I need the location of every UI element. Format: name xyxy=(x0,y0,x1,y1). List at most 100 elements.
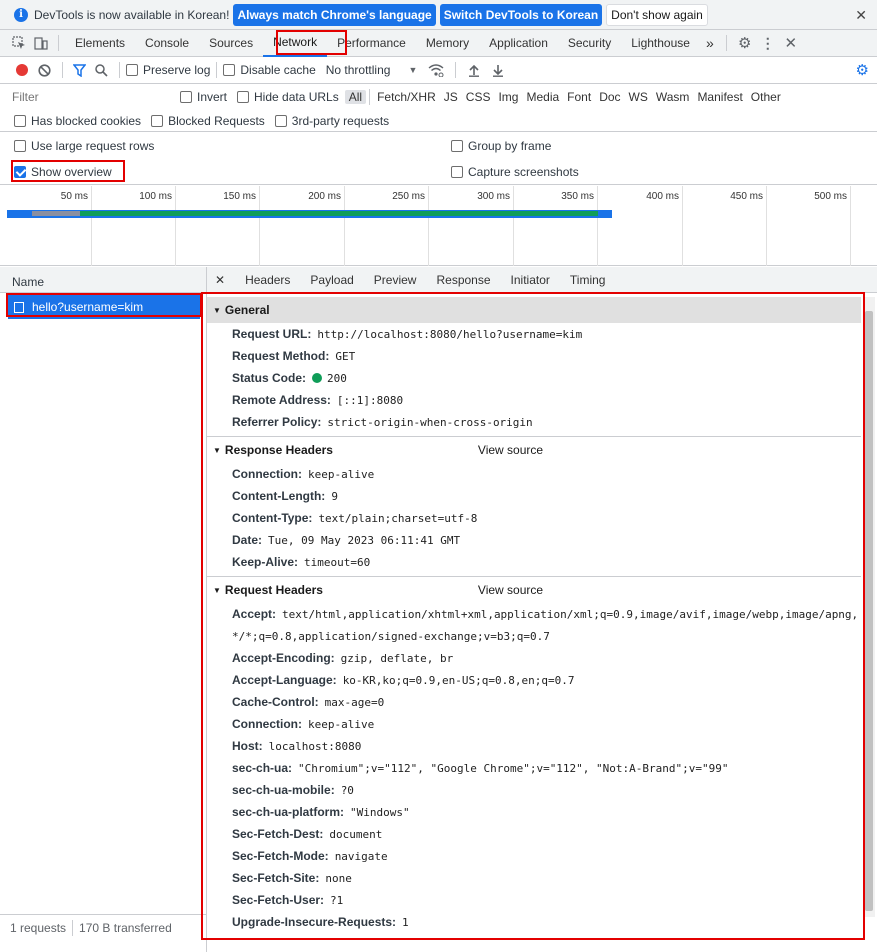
hide-data-urls-label: Hide data URLs xyxy=(254,90,339,104)
inspect-element-icon[interactable] xyxy=(8,36,30,50)
tab-application[interactable]: Application xyxy=(479,30,558,57)
network-toolbar: Preserve log Disable cache No throttling… xyxy=(0,57,877,84)
always-match-language-button[interactable]: Always match Chrome's language xyxy=(233,3,436,26)
preserve-log-checkbox[interactable] xyxy=(126,64,138,76)
tab-initiator[interactable]: Initiator xyxy=(501,273,560,287)
device-toolbar-icon[interactable] xyxy=(30,36,52,50)
tab-payload[interactable]: Payload xyxy=(300,273,363,287)
tab-memory[interactable]: Memory xyxy=(416,30,479,57)
tab-headers[interactable]: Headers xyxy=(235,273,300,287)
response-header-row: Connection: keep-alive xyxy=(232,467,375,481)
group-by-frame-checkbox[interactable] xyxy=(451,140,463,152)
dont-show-again-button[interactable]: Don't show again xyxy=(606,3,708,26)
network-status-bar: 1 requests 170 B transferred xyxy=(0,914,206,940)
third-party-checkbox[interactable] xyxy=(274,114,287,127)
network-settings-gear-icon[interactable]: ⚙ xyxy=(856,61,869,79)
tab-preview[interactable]: Preview xyxy=(364,273,427,287)
tab-performance[interactable]: Performance xyxy=(327,30,416,57)
filter-type-all[interactable]: All xyxy=(344,90,367,104)
collapse-triangle-icon: ▼ xyxy=(213,585,221,595)
tab-elements[interactable]: Elements xyxy=(65,30,135,57)
timeline-tick-label: 300 ms xyxy=(477,191,510,202)
filter-type-img[interactable]: Img xyxy=(494,90,522,104)
filter-type-font[interactable]: Font xyxy=(563,90,595,104)
settings-gear-icon[interactable]: ⚙ xyxy=(733,34,757,52)
divider xyxy=(62,62,63,78)
export-har-icon[interactable] xyxy=(486,64,510,77)
tab-lighthouse[interactable]: Lighthouse xyxy=(621,30,700,57)
disable-cache-checkbox[interactable] xyxy=(223,64,236,76)
tab-console[interactable]: Console xyxy=(135,30,199,57)
filter-type-other[interactable]: Other xyxy=(747,90,785,104)
switch-to-korean-button[interactable]: Switch DevTools to Korean xyxy=(439,3,603,26)
tab-network[interactable]: Network xyxy=(263,30,328,57)
filter-type-manifest[interactable]: Manifest xyxy=(693,90,746,104)
hide-data-urls-checkbox[interactable] xyxy=(237,91,250,103)
response-view-source-link[interactable]: View source xyxy=(478,443,543,457)
timeline-tick-label: 150 ms xyxy=(223,191,256,202)
tab-sources[interactable]: Sources xyxy=(199,30,263,57)
request-header-row: Sec-Fetch-Site: none xyxy=(232,871,352,885)
filter-icon[interactable] xyxy=(69,63,89,77)
blocked-cookies-checkbox[interactable] xyxy=(14,114,26,127)
close-notification-icon[interactable]: ✕ xyxy=(855,7,867,24)
general-request-method: Request Method: GET xyxy=(232,349,356,363)
request-row-hello[interactable]: hello?username=kim xyxy=(8,295,200,319)
show-overview-checkbox[interactable] xyxy=(14,166,26,178)
invert-checkbox[interactable] xyxy=(180,91,192,103)
filter-type-wasm[interactable]: Wasm xyxy=(652,90,694,104)
response-header-row: Keep-Alive: timeout=60 xyxy=(232,555,371,569)
search-icon[interactable] xyxy=(89,63,113,77)
blocked-requests-checkbox[interactable] xyxy=(151,114,164,127)
filter-type-ws[interactable]: WS xyxy=(625,90,652,104)
large-rows-label: Use large request rows xyxy=(31,139,155,153)
filter-type-media[interactable]: Media xyxy=(522,90,563,104)
main-tab-bar: Elements Console Sources Network Perform… xyxy=(0,30,877,57)
filter-row: Invert Hide data URLs All Fetch/XHR JS C… xyxy=(0,84,877,110)
network-conditions-icon[interactable] xyxy=(423,63,449,77)
timeline-gridline xyxy=(850,186,851,266)
filter-type-css[interactable]: CSS xyxy=(462,90,495,104)
throttling-select[interactable]: No throttling xyxy=(326,63,391,77)
request-count: 1 requests xyxy=(10,920,67,935)
request-header-row: sec-ch-ua: "Chromium";v="112", "Google Ch… xyxy=(232,761,729,775)
filter-input[interactable] xyxy=(6,88,166,106)
scrollbar-thumb[interactable] xyxy=(865,311,873,911)
response-headers-section-header[interactable]: ▼ Response Headers View source xyxy=(207,437,861,463)
timeline-tick-label: 500 ms xyxy=(814,191,847,202)
filter-type-fetch-xhr[interactable]: Fetch/XHR xyxy=(373,90,440,104)
close-devtools-icon[interactable]: ✕ xyxy=(779,34,803,52)
request-name: hello?username=kim xyxy=(32,300,144,314)
tab-timing[interactable]: Timing xyxy=(560,273,616,287)
network-overview-timeline[interactable]: 50 ms 100 ms 150 ms 200 ms 250 ms 300 ms… xyxy=(0,186,877,266)
name-column-header[interactable]: Name xyxy=(0,267,206,293)
response-header-row: Date: Tue, 09 May 2023 06:11:41 GMT xyxy=(232,533,461,547)
close-detail-icon[interactable]: ✕ xyxy=(215,273,225,287)
request-headers-section-header[interactable]: ▼ Request Headers View source xyxy=(207,577,861,603)
tab-security[interactable]: Security xyxy=(558,30,621,57)
detail-tab-bar: ✕ Headers Payload Preview Response Initi… xyxy=(207,267,877,293)
request-header-row: Accept-Encoding: gzip, deflate, br xyxy=(232,651,454,665)
chevron-down-icon[interactable]: ▼ xyxy=(408,65,417,75)
general-section-header[interactable]: ▼ General xyxy=(207,297,861,323)
document-icon xyxy=(14,301,24,313)
transferred-size: 170 B transferred xyxy=(79,920,172,935)
tab-response[interactable]: Response xyxy=(426,273,500,287)
request-view-source-link[interactable]: View source xyxy=(478,583,543,597)
import-har-icon[interactable] xyxy=(462,64,486,77)
scrollbar-track[interactable] xyxy=(863,297,875,917)
record-icon[interactable] xyxy=(12,64,32,76)
filter-type-js[interactable]: JS xyxy=(440,90,462,104)
timeline-tick-label: 400 ms xyxy=(646,191,679,202)
capture-screenshots-label: Capture screenshots xyxy=(468,165,579,179)
filter-type-doc[interactable]: Doc xyxy=(595,90,624,104)
large-rows-checkbox[interactable] xyxy=(14,140,26,152)
timeline-tick-label: 50 ms xyxy=(60,191,88,202)
more-tabs-icon[interactable]: » xyxy=(700,30,720,57)
option-show-overview: Show overview xyxy=(0,160,112,184)
more-options-icon[interactable]: ⋮ xyxy=(757,35,779,52)
timeline-tick-label: 200 ms xyxy=(308,191,341,202)
disable-cache-label: Disable cache xyxy=(240,63,316,77)
capture-screenshots-checkbox[interactable] xyxy=(451,166,463,178)
clear-icon[interactable] xyxy=(32,63,56,77)
